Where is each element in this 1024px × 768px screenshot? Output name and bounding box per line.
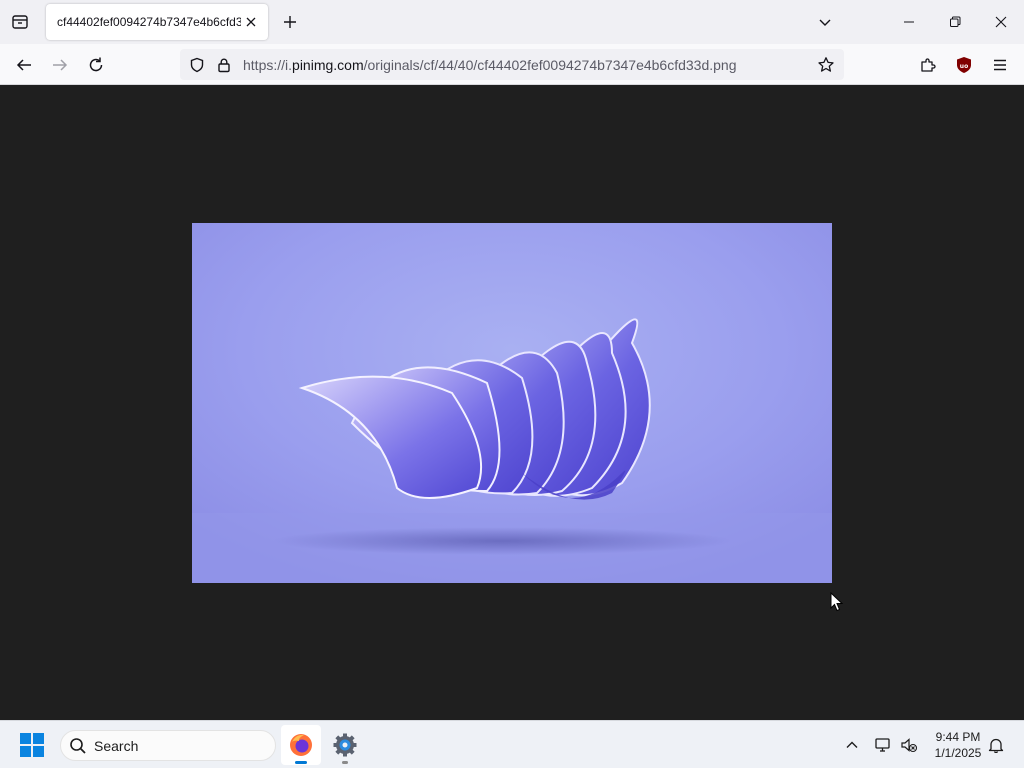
lock-icon[interactable] bbox=[214, 55, 234, 75]
url-scheme: https://i. bbox=[243, 57, 293, 73]
taskbar: Search 9:44 PM 1/1/2025 bbox=[0, 720, 1024, 768]
firefox-taskbar-button[interactable] bbox=[281, 725, 321, 765]
reload-icon[interactable] bbox=[82, 51, 110, 79]
network-icon[interactable] bbox=[873, 735, 893, 755]
notification-bell-icon[interactable] bbox=[986, 735, 1006, 755]
tab-title: cf44402fef0094274b7347e4b6cfd33d.png bbox=[57, 15, 241, 29]
shield-icon[interactable] bbox=[187, 55, 207, 75]
active-app-indicator bbox=[295, 761, 307, 764]
close-icon[interactable] bbox=[978, 0, 1024, 44]
url-text[interactable]: https://i.pinimg.com/originals/cf/44/40/… bbox=[243, 57, 737, 73]
tab-overview-icon[interactable] bbox=[8, 10, 32, 34]
svg-text:uo: uo bbox=[960, 63, 968, 70]
clock-date: 1/1/2025 bbox=[934, 746, 982, 760]
clock-time: 9:44 PM bbox=[935, 730, 981, 744]
star-icon[interactable] bbox=[816, 55, 836, 75]
url-domain: pinimg.com bbox=[292, 57, 364, 73]
url-path: /originals/cf/44/40/cf44402fef0094274b73… bbox=[363, 57, 737, 73]
ublock-origin-icon[interactable]: uo bbox=[950, 51, 978, 79]
back-arrow-icon[interactable] bbox=[10, 51, 38, 79]
system-clock[interactable]: 9:44 PM 1/1/2025 bbox=[926, 729, 990, 761]
active-tab[interactable]: cf44402fef0094274b7347e4b6cfd33d.png bbox=[46, 4, 268, 40]
windows-start-icon[interactable] bbox=[20, 733, 44, 757]
gear-icon bbox=[333, 733, 357, 757]
page-viewport bbox=[0, 85, 1024, 720]
navigation-toolbar: https://i.pinimg.com/originals/cf/44/40/… bbox=[0, 44, 1024, 85]
taskbar-search-box[interactable]: Search bbox=[60, 730, 276, 761]
close-icon[interactable] bbox=[242, 13, 260, 31]
volume-muted-icon[interactable] bbox=[899, 735, 919, 755]
firefox-icon bbox=[290, 734, 312, 756]
forward-arrow-icon[interactable] bbox=[46, 51, 74, 79]
chevron-down-icon[interactable] bbox=[814, 11, 836, 33]
search-icon bbox=[70, 738, 86, 754]
puzzle-icon[interactable] bbox=[914, 51, 942, 79]
chevron-up-icon[interactable] bbox=[842, 735, 862, 755]
abstract-3d-image[interactable] bbox=[192, 223, 832, 583]
tab-strip: cf44402fef0094274b7347e4b6cfd33d.png bbox=[0, 0, 1024, 44]
search-label: Search bbox=[94, 738, 139, 754]
plus-icon[interactable] bbox=[279, 11, 301, 33]
mouse-cursor-icon bbox=[830, 592, 844, 612]
settings-taskbar-button[interactable] bbox=[325, 725, 365, 765]
address-bar[interactable]: https://i.pinimg.com/originals/cf/44/40/… bbox=[180, 49, 844, 80]
running-app-indicator bbox=[342, 761, 348, 764]
restore-icon[interactable] bbox=[932, 0, 978, 44]
hamburger-menu-icon[interactable] bbox=[986, 51, 1014, 79]
minimize-icon[interactable] bbox=[886, 0, 932, 44]
